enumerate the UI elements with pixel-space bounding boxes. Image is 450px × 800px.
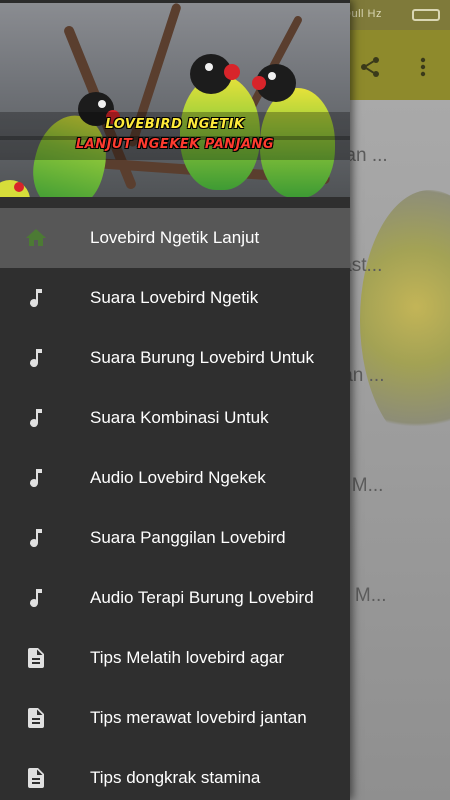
music-note-icon	[23, 465, 49, 491]
share-icon[interactable]	[357, 54, 383, 80]
bird-eye-shape	[268, 72, 276, 80]
drawer-item-label: Tips Melatih lovebird agar	[90, 648, 285, 667]
header-title-line2: LANJUT NGEKEK PANJANG	[75, 137, 275, 152]
drawer-item-lovebird-ngetik-lanjut[interactable]: Lovebird Ngetik Lanjut	[0, 208, 350, 268]
bird-beak-shape	[14, 182, 24, 192]
music-note-icon	[23, 345, 49, 371]
more-vert-icon[interactable]	[410, 54, 436, 80]
document-icon	[23, 765, 49, 791]
navigation-drawer: LOVEBIRD NGETIK LANJUT NGEKEK PANJANG Lo…	[0, 0, 350, 800]
drawer-item-label: Audio Lovebird Ngekek	[90, 468, 266, 487]
drawer-item-suara-burung-lovebird-untuk[interactable]: Suara Burung Lovebird Untuk	[0, 328, 350, 388]
header-title-line1: LOVEBIRD NGETIK	[105, 117, 245, 132]
drawer-item-audio-terapi-burung-lovebird[interactable]: Audio Terapi Burung Lovebird	[0, 568, 350, 628]
document-icon	[23, 645, 49, 671]
drawer-item-label: Lovebird Ngetik Lanjut	[90, 228, 260, 247]
drawer-item-tips-dongkrak-stamina[interactable]: Tips dongkrak stamina	[0, 748, 350, 800]
music-note-icon	[23, 585, 49, 611]
bird-beak-shape	[224, 64, 240, 80]
drawer-item-audio-lovebird-ngekek[interactable]: Audio Lovebird Ngekek	[0, 448, 350, 508]
music-note-icon	[23, 405, 49, 431]
drawer-item-suara-lovebird-ngetik[interactable]: Suara Lovebird Ngetik	[0, 268, 350, 328]
drawer-item-label: Tips merawat lovebird jantan	[90, 708, 307, 727]
home-icon	[23, 225, 49, 251]
drawer-header-banner: LOVEBIRD NGETIK LANJUT NGEKEK PANJANG	[0, 0, 350, 197]
bird-beak-shape	[252, 76, 266, 90]
drawer-item-label: Suara Panggilan Lovebird	[90, 528, 286, 547]
drawer-item-label: Suara Kombinasi Untuk	[90, 408, 269, 427]
drawer-item-label: Audio Terapi Burung Lovebird	[90, 588, 314, 607]
bird-eye-shape	[98, 100, 106, 108]
music-note-icon	[23, 285, 49, 311]
bird-eye-shape	[205, 63, 213, 71]
battery-icon	[412, 9, 440, 21]
background-bird-image	[360, 190, 450, 450]
music-note-icon	[23, 525, 49, 551]
drawer-item-label: Tips dongkrak stamina	[90, 768, 261, 787]
document-icon	[23, 705, 49, 731]
drawer-item-suara-kombinasi-untuk[interactable]: Suara Kombinasi Untuk	[0, 388, 350, 448]
drawer-item-label: Suara Lovebird Ngetik	[90, 288, 259, 307]
drawer-menu-list: Lovebird Ngetik Lanjut Suara Lovebird Ng…	[0, 208, 350, 800]
drawer-item-tips-merawat-lovebird-jantan[interactable]: Tips merawat lovebird jantan	[0, 688, 350, 748]
drawer-item-suara-panggilan-lovebird[interactable]: Suara Panggilan Lovebird	[0, 508, 350, 568]
drawer-item-label: Suara Burung Lovebird Untuk	[90, 348, 314, 367]
drawer-item-tips-melatih-lovebird[interactable]: Tips Melatih lovebird agar	[0, 628, 350, 688]
